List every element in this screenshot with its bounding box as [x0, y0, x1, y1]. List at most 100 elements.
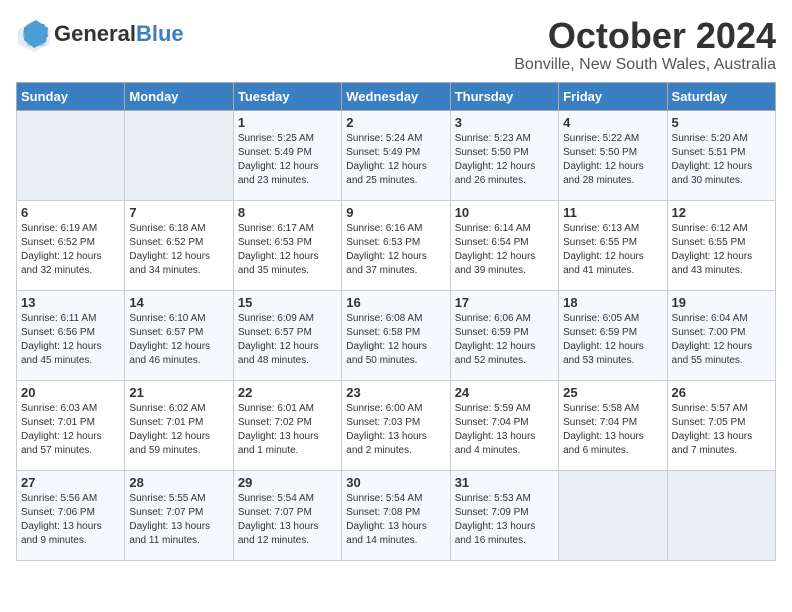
day-number: 25 — [563, 385, 662, 400]
calendar-cell — [125, 110, 233, 200]
calendar-cell: 3 Sunrise: 5:23 AMSunset: 5:50 PMDaylight… — [450, 110, 558, 200]
weekday-header: Saturday — [667, 82, 775, 110]
calendar-cell: 18Sunrise: 6:05 AMSunset: 6:59 PMDayligh… — [559, 290, 667, 380]
day-info: Sunrise: 5:54 AMSunset: 7:08 PMDaylight:… — [346, 492, 445, 548]
day-number: 27 — [21, 475, 120, 490]
day-number: 6 — [21, 205, 120, 220]
day-number: 3 — [455, 115, 554, 130]
day-number: 12 — [672, 205, 771, 220]
calendar-week-row: 13 Sunrise: 6:11 AMSunset: 6:56 PMDayligh… — [17, 290, 776, 380]
calendar-cell: 25 Sunrise: 5:58 AMSunset: 7:04 PMDayligh… — [559, 380, 667, 470]
calendar-cell: 27 Sunrise: 5:56 AMSunset: 7:06 PMDayligh… — [17, 470, 125, 560]
day-info: Sunrise: 6:00 AMSunset: 7:03 PMDaylight:… — [346, 402, 445, 458]
day-info: Sunrise: 6:02 AMSunset: 7:01 PMDaylight:… — [129, 402, 228, 458]
day-number: 8 — [238, 205, 337, 220]
day-info: Sunrise: 6:18 AMSunset: 6:52 PMDaylight:… — [129, 222, 228, 278]
calendar-cell: 24Sunrise: 5:59 AMSunset: 7:04 PMDayligh… — [450, 380, 558, 470]
weekday-header: Wednesday — [342, 82, 450, 110]
day-number: 18 — [563, 295, 662, 310]
day-info: Sunrise: 5:54 AMSunset: 7:07 PMDaylight:… — [238, 492, 337, 548]
day-info: Sunrise: 6:03 AMSunset: 7:01 PMDaylight:… — [21, 402, 120, 458]
day-number: 19 — [672, 295, 771, 310]
weekday-header: Tuesday — [233, 82, 341, 110]
day-info: Sunrise: 5:20 AMSunset: 5:51 PMDaylight:… — [672, 132, 771, 188]
page-header: GeneralBlue October 2024 Bonville, New S… — [16, 16, 776, 74]
day-info: Sunrise: 5:57 AMSunset: 7:05 PMDaylight:… — [672, 402, 771, 458]
day-info: Sunrise: 5:25 AMSunset: 5:49 PMDaylight:… — [238, 132, 337, 188]
month-title: October 2024 — [514, 16, 776, 56]
calendar-cell: 5Sunrise: 5:20 AMSunset: 5:51 PMDaylight… — [667, 110, 775, 200]
calendar-cell: 1 Sunrise: 5:25 AMSunset: 5:49 PMDaylight… — [233, 110, 341, 200]
day-number: 1 — [238, 115, 337, 130]
day-info: Sunrise: 5:53 AMSunset: 7:09 PMDaylight:… — [455, 492, 554, 548]
calendar-cell: 23Sunrise: 6:00 AMSunset: 7:03 PMDayligh… — [342, 380, 450, 470]
calendar-week-row: 6 Sunrise: 6:19 AMSunset: 6:52 PMDaylight… — [17, 200, 776, 290]
day-info: Sunrise: 6:09 AMSunset: 6:57 PMDaylight:… — [238, 312, 337, 368]
calendar-cell: 13 Sunrise: 6:11 AMSunset: 6:56 PMDayligh… — [17, 290, 125, 380]
day-number: 29 — [238, 475, 337, 490]
day-info: Sunrise: 5:58 AMSunset: 7:04 PMDaylight:… — [563, 402, 662, 458]
calendar-cell — [667, 470, 775, 560]
calendar-cell: 21 Sunrise: 6:02 AMSunset: 7:01 PMDayligh… — [125, 380, 233, 470]
day-info: Sunrise: 6:04 AMSunset: 7:00 PMDaylight:… — [672, 312, 771, 368]
day-info: Sunrise: 6:06 AMSunset: 6:59 PMDaylight:… — [455, 312, 554, 368]
calendar-week-row: 27 Sunrise: 5:56 AMSunset: 7:06 PMDayligh… — [17, 470, 776, 560]
calendar-cell: 6 Sunrise: 6:19 AMSunset: 6:52 PMDaylight… — [17, 200, 125, 290]
logo-icon — [16, 16, 52, 52]
day-info: Sunrise: 6:10 AMSunset: 6:57 PMDaylight:… — [129, 312, 228, 368]
day-number: 30 — [346, 475, 445, 490]
day-number: 21 — [129, 385, 228, 400]
day-info: Sunrise: 5:55 AMSunset: 7:07 PMDaylight:… — [129, 492, 228, 548]
day-number: 13 — [21, 295, 120, 310]
day-info: Sunrise: 5:23 AMSunset: 5:50 PMDaylight:… — [455, 132, 554, 188]
day-info: Sunrise: 6:08 AMSunset: 6:58 PMDaylight:… — [346, 312, 445, 368]
calendar-cell: 20Sunrise: 6:03 AMSunset: 7:01 PMDayligh… — [17, 380, 125, 470]
calendar-cell: 14Sunrise: 6:10 AMSunset: 6:57 PMDayligh… — [125, 290, 233, 380]
weekday-header: Friday — [559, 82, 667, 110]
logo: GeneralBlue — [16, 16, 184, 52]
calendar-cell: 31 Sunrise: 5:53 AMSunset: 7:09 PMDayligh… — [450, 470, 558, 560]
day-info: Sunrise: 6:11 AMSunset: 6:56 PMDaylight:… — [21, 312, 120, 368]
day-number: 15 — [238, 295, 337, 310]
day-info: Sunrise: 6:01 AMSunset: 7:02 PMDaylight:… — [238, 402, 337, 458]
day-number: 17 — [455, 295, 554, 310]
calendar-week-row: 20Sunrise: 6:03 AMSunset: 7:01 PMDayligh… — [17, 380, 776, 470]
day-info: Sunrise: 6:12 AMSunset: 6:55 PMDaylight:… — [672, 222, 771, 278]
day-info: Sunrise: 5:56 AMSunset: 7:06 PMDaylight:… — [21, 492, 120, 548]
calendar-cell — [17, 110, 125, 200]
calendar-cell: 11Sunrise: 6:13 AMSunset: 6:55 PMDayligh… — [559, 200, 667, 290]
title-area: October 2024 Bonville, New South Wales, … — [514, 16, 776, 74]
day-info: Sunrise: 5:24 AMSunset: 5:49 PMDaylight:… — [346, 132, 445, 188]
calendar-cell — [559, 470, 667, 560]
calendar-cell: 15 Sunrise: 6:09 AMSunset: 6:57 PMDayligh… — [233, 290, 341, 380]
calendar-cell: 30 Sunrise: 5:54 AMSunset: 7:08 PMDayligh… — [342, 470, 450, 560]
weekday-header-row: SundayMondayTuesdayWednesdayThursdayFrid… — [17, 82, 776, 110]
day-number: 16 — [346, 295, 445, 310]
calendar-week-row: 1 Sunrise: 5:25 AMSunset: 5:49 PMDaylight… — [17, 110, 776, 200]
day-info: Sunrise: 6:16 AMSunset: 6:53 PMDaylight:… — [346, 222, 445, 278]
calendar-cell: 19 Sunrise: 6:04 AMSunset: 7:00 PMDayligh… — [667, 290, 775, 380]
day-number: 9 — [346, 205, 445, 220]
day-number: 28 — [129, 475, 228, 490]
weekday-header: Thursday — [450, 82, 558, 110]
calendar-cell: 22 Sunrise: 6:01 AMSunset: 7:02 PMDayligh… — [233, 380, 341, 470]
day-number: 7 — [129, 205, 228, 220]
calendar-cell: 4 Sunrise: 5:22 AMSunset: 5:50 PMDaylight… — [559, 110, 667, 200]
calendar-cell: 10Sunrise: 6:14 AMSunset: 6:54 PMDayligh… — [450, 200, 558, 290]
location-title: Bonville, New South Wales, Australia — [514, 56, 776, 74]
day-number: 22 — [238, 385, 337, 400]
weekday-header: Sunday — [17, 82, 125, 110]
day-number: 31 — [455, 475, 554, 490]
day-info: Sunrise: 6:19 AMSunset: 6:52 PMDaylight:… — [21, 222, 120, 278]
calendar-cell: 29 Sunrise: 5:54 AMSunset: 7:07 PMDayligh… — [233, 470, 341, 560]
calendar-cell: 8 Sunrise: 6:17 AMSunset: 6:53 PMDaylight… — [233, 200, 341, 290]
day-info: Sunrise: 6:17 AMSunset: 6:53 PMDaylight:… — [238, 222, 337, 278]
calendar-cell: 7 Sunrise: 6:18 AMSunset: 6:52 PMDaylight… — [125, 200, 233, 290]
day-number: 2 — [346, 115, 445, 130]
calendar-cell: 16 Sunrise: 6:08 AMSunset: 6:58 PMDayligh… — [342, 290, 450, 380]
day-number: 4 — [563, 115, 662, 130]
day-number: 11 — [563, 205, 662, 220]
day-number: 10 — [455, 205, 554, 220]
calendar-cell: 26Sunrise: 5:57 AMSunset: 7:05 PMDayligh… — [667, 380, 775, 470]
day-info: Sunrise: 5:22 AMSunset: 5:50 PMDaylight:… — [563, 132, 662, 188]
